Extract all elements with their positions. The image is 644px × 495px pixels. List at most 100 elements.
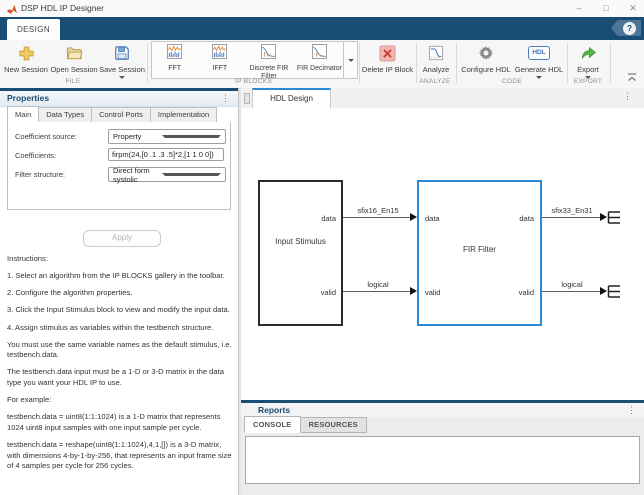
ip-blocks-gallery: FFT IFFT Discrete FIR Filter FIR Decimat… — [151, 41, 358, 80]
tab-console[interactable]: CONSOLE — [244, 416, 301, 433]
gallery-item-ifft[interactable]: IFFT — [197, 42, 242, 78]
stimulus-data-port: data — [321, 214, 336, 223]
valid-out-signal-wire — [542, 291, 601, 292]
help-button[interactable]: ? — [623, 21, 636, 35]
instruction-step-3: 3. Click the Input Stimulus block to vie… — [7, 305, 230, 315]
ip-blocks-section-label: IP BLOCKS — [235, 78, 272, 85]
gallery-item-discrete-fir-filter[interactable]: Discrete FIR Filter — [242, 42, 295, 80]
coefficient-source-select[interactable]: Property — [108, 129, 226, 144]
fir-filter-label: FIR Filter — [463, 245, 496, 254]
section-divider — [567, 43, 568, 83]
gallery-item-fir-decimator[interactable]: FIR Decimator — [295, 42, 343, 78]
hdl-badge-icon: HDL — [528, 43, 550, 63]
canvas-menu-icon[interactable]: ⋮ — [623, 91, 632, 102]
wire-arrowhead-icon — [410, 287, 417, 295]
design-canvas-panel: HDL Design ⋮ Input Stimulus data valid F… — [241, 88, 644, 495]
reports-menu-icon[interactable]: ⋮ — [627, 405, 636, 416]
wire-arrowhead-icon — [600, 213, 607, 221]
properties-title: Properties — [7, 93, 50, 103]
tab-implementation[interactable]: Implementation — [150, 107, 218, 123]
section-divider — [610, 43, 611, 83]
gallery-item-fft[interactable]: FFT — [152, 42, 197, 78]
fir-decimator-icon — [311, 44, 327, 64]
coefficients-label: Coefficients: — [15, 151, 57, 160]
tab-resources[interactable]: RESOURCES — [300, 417, 367, 433]
delete-ip-block-button[interactable]: Delete IP Block — [360, 42, 415, 84]
open-folder-icon — [66, 43, 83, 63]
gear-icon — [478, 43, 494, 63]
instructions-heading: Instructions: — [7, 254, 48, 263]
instruction-example-heading: For example: — [7, 395, 52, 405]
tab-strip-filler — [217, 108, 231, 123]
gallery-expand-caret-icon — [347, 58, 354, 62]
fir-data-in-port: data — [425, 214, 440, 223]
instruction-step-2: 2. Configure the algorithm properties. — [7, 288, 133, 298]
chevron-down-icon — [162, 173, 221, 176]
data-out-type-label: sfix33_En31 — [551, 206, 593, 215]
coefficients-input[interactable] — [108, 148, 224, 161]
app-window: DSP HDL IP Designer – □ ✕ DESIGN ? New S… — [0, 0, 644, 495]
delete-x-icon — [379, 43, 396, 63]
drag-grip-handle[interactable] — [244, 93, 250, 104]
instructions-text: Instructions: 1. Select an algorithm fro… — [7, 254, 232, 478]
save-floppy-icon — [114, 43, 130, 63]
filter-structure-label: Filter structure: — [15, 170, 66, 179]
valid-signal-wire — [343, 291, 410, 292]
collapse-toolstrip-button[interactable] — [627, 69, 637, 87]
apply-button[interactable]: Apply — [83, 230, 161, 247]
properties-panel: Properties ⋮ Main Data Types Control Por… — [0, 88, 239, 495]
tab-design[interactable]: DESIGN — [7, 19, 60, 40]
toolstrip: New Session Open Session Save Session FI… — [0, 40, 644, 89]
maximize-button[interactable]: □ — [597, 1, 615, 15]
canvas-tab-bar: HDL Design ⋮ — [241, 88, 644, 109]
export-section-label: EXPORT — [573, 78, 603, 85]
fir-valid-out-port: valid — [518, 288, 534, 297]
fir-filter-block[interactable]: FIR Filter data valid data valid — [417, 180, 542, 326]
wire-arrowhead-icon — [600, 287, 607, 295]
chevron-down-icon — [162, 135, 221, 138]
filter-structure-select[interactable]: Direct form systolic — [108, 166, 226, 184]
properties-menu-icon[interactable]: ⋮ — [221, 93, 230, 104]
reports-panel: Reports ⋮ CONSOLE RESOURCES — [241, 400, 644, 495]
coefficient-source-label: Coefficient source: — [15, 132, 77, 141]
output-terminator-icon — [607, 211, 621, 229]
section-divider — [456, 43, 457, 83]
console-output[interactable] — [245, 436, 640, 484]
fft-icon — [167, 44, 183, 64]
output-terminator-icon — [607, 285, 621, 303]
close-button[interactable]: ✕ — [624, 1, 642, 15]
properties-tabs: Main Data Types Control Ports Implementa… — [7, 106, 231, 123]
data-signal-type-label: sfix16_En15 — [357, 206, 399, 215]
fir-data-out-port: data — [519, 214, 534, 223]
tab-data-types[interactable]: Data Types — [39, 107, 93, 123]
code-section-label: CODE — [502, 78, 522, 85]
tab-main[interactable]: Main — [7, 106, 40, 123]
section-divider — [416, 43, 417, 83]
input-stimulus-label: Input Stimulus — [275, 237, 326, 246]
tab-control-ports[interactable]: Control Ports — [92, 107, 151, 123]
section-divider — [147, 43, 148, 83]
data-out-signal-wire — [542, 217, 601, 218]
window-title: DSP HDL IP Designer — [21, 3, 104, 13]
new-session-plus-icon — [18, 43, 35, 63]
valid-out-type-label: logical — [561, 280, 583, 289]
properties-header: Properties ⋮ — [0, 91, 238, 107]
instruction-note-2: The testbench.data input must be a 1-D o… — [7, 367, 224, 387]
instruction-note-1: You must use the same variable names as … — [7, 339, 232, 360]
tab-hdl-design[interactable]: HDL Design — [252, 88, 331, 109]
wire-arrowhead-icon — [410, 213, 417, 221]
reports-title: Reports — [258, 405, 291, 415]
export-arrow-icon — [580, 43, 597, 63]
main-tab-content: Coefficient source: Property Coefficient… — [7, 122, 231, 210]
valid-signal-type-label: logical — [367, 280, 389, 289]
input-stimulus-block[interactable]: Input Stimulus data valid — [258, 180, 343, 326]
analyze-section-label: ANALYZE — [419, 78, 451, 85]
instruction-step-1: 1. Select an algorithm from the IP BLOCK… — [7, 271, 225, 281]
fir-filter-icon — [261, 44, 277, 64]
fir-valid-in-port: valid — [425, 288, 441, 297]
reports-header: Reports ⋮ — [241, 403, 644, 418]
gallery-expand-button[interactable] — [343, 42, 357, 78]
file-section-label: FILE — [65, 78, 81, 85]
instruction-example-1: testbench.data = uint8(1:1:1024) is a 1-… — [7, 412, 221, 432]
minimize-button[interactable]: – — [570, 1, 588, 15]
